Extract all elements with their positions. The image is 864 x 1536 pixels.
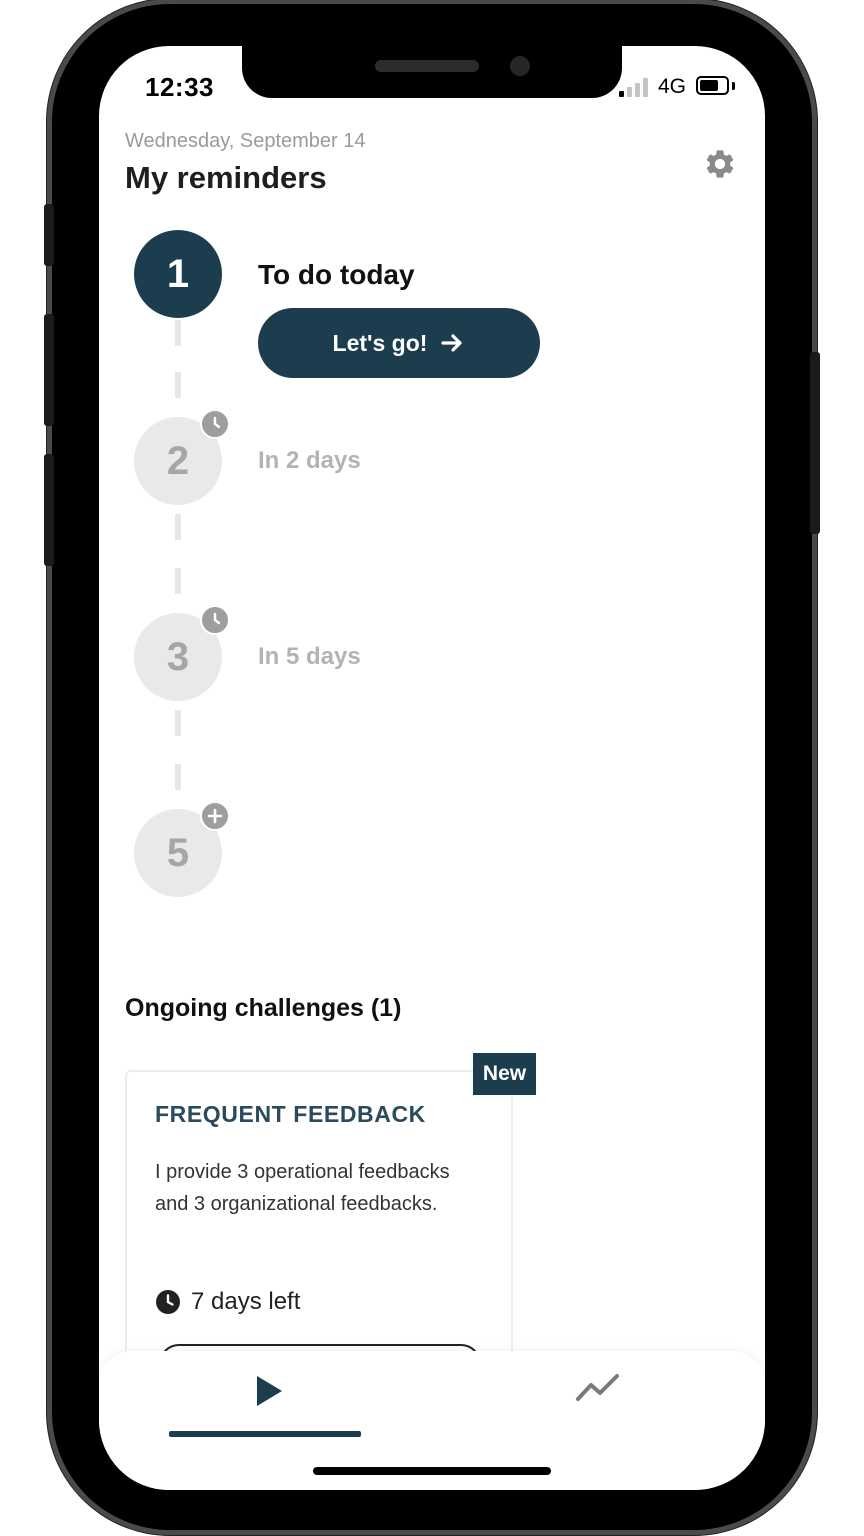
status-time: 12:33 <box>145 72 214 102</box>
camera <box>510 56 530 76</box>
step-2-label: In 2 days <box>258 447 361 474</box>
volume-down-button <box>44 454 54 566</box>
step-number: 2 <box>166 438 190 483</box>
time-left: 7 days left <box>155 1288 300 1316</box>
challenges-section-title: Ongoing challenges (1) <box>125 994 402 1022</box>
step-number: 3 <box>166 634 190 679</box>
play-icon[interactable] <box>249 1371 289 1411</box>
volume-up-button <box>44 314 54 426</box>
notch <box>242 46 622 98</box>
plus-icon[interactable] <box>200 801 230 831</box>
gear-icon[interactable] <box>703 147 737 181</box>
current-date: Wednesday, September 14 <box>125 130 366 152</box>
lets-go-label: Let's go! <box>332 329 428 356</box>
signal-icon <box>619 77 651 97</box>
bottom-nav <box>99 1351 765 1490</box>
power-button <box>810 352 820 534</box>
battery-tip <box>732 82 735 90</box>
clock-icon <box>156 1290 180 1314</box>
home-indicator[interactable] <box>313 1467 551 1475</box>
clock-icon <box>200 605 230 635</box>
trend-chart-icon[interactable] <box>575 1369 621 1405</box>
clock-icon <box>200 409 230 439</box>
screen: 12:33 4G Wednesday, September 14 My remi… <box>99 46 765 1490</box>
step-1-label: To do today <box>258 259 415 290</box>
battery-icon <box>696 76 729 95</box>
step-3-label: In 5 days <box>258 643 361 670</box>
active-tab-indicator <box>169 1431 361 1437</box>
challenge-description: I provide 3 operational feedbacks and 3 … <box>155 1161 450 1215</box>
arrow-right-icon <box>441 334 463 352</box>
silent-switch <box>44 204 54 266</box>
network-type: 4G <box>658 75 687 98</box>
new-badge: New <box>473 1053 536 1095</box>
speaker <box>375 60 479 72</box>
step-number: 1 <box>166 251 190 296</box>
time-left-label: 7 days left <box>191 1288 301 1315</box>
page-title: My reminders <box>125 160 327 195</box>
battery-level <box>700 80 718 91</box>
step-number: 5 <box>166 830 190 875</box>
challenge-title: FREQUENT FEEDBACK <box>155 1101 426 1127</box>
lets-go-button[interactable]: Let's go! <box>258 308 540 378</box>
step-1-circle: 1 <box>134 230 222 318</box>
